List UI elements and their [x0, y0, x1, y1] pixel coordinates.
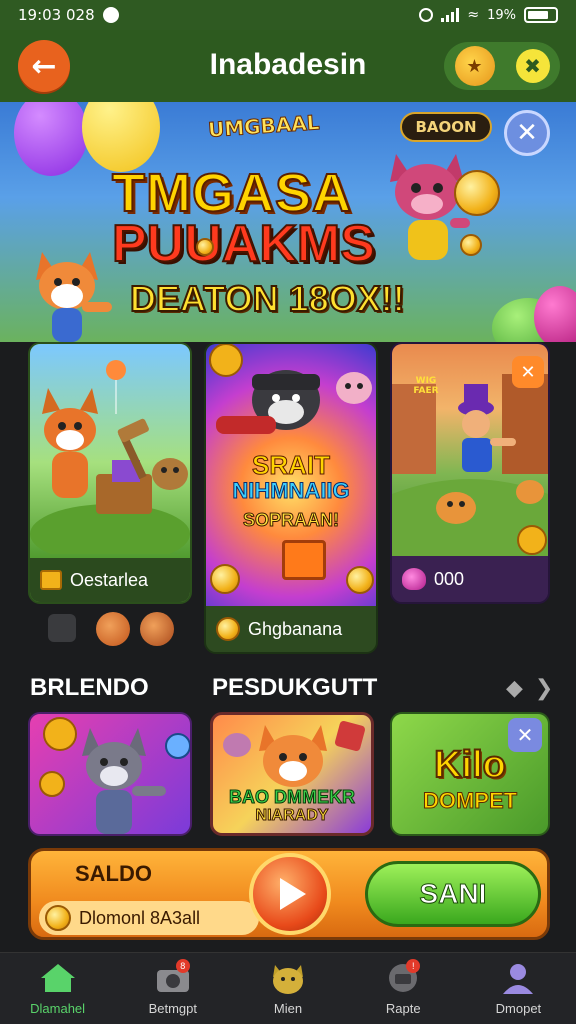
- profile-icon: [499, 961, 537, 995]
- balance-amount: Dlomonl 8A3all: [79, 907, 201, 928]
- friend-avatar[interactable]: [96, 612, 130, 646]
- status-time: 19:03 028: [18, 6, 95, 24]
- card-art-title-1: BAO DMMEKR: [229, 787, 356, 808]
- card-footer: Ghgbanana: [206, 606, 376, 652]
- card-art: WIG FAER ✕: [392, 344, 548, 560]
- coin-image: [454, 170, 500, 216]
- banner-headline-2: PUUAKMS: [111, 214, 376, 274]
- camera-icon: 8: [154, 959, 192, 995]
- promo-banner[interactable]: UMGBAAL TMGASA PUUAKMS DEATON 18OX!! BAO…: [0, 102, 576, 342]
- game-card-tiger[interactable]: BAO DMMEKR NIARADY: [210, 712, 374, 836]
- banner-badge: BAOON: [400, 112, 492, 142]
- fox-mascot-image: [36, 252, 112, 342]
- close-icon: ✕: [516, 118, 538, 148]
- card-label: 000: [434, 568, 465, 589]
- app-root: 19:03 028 ≈ 19% ← Inabadesin ★ ✖ UMGBAAL…: [0, 0, 576, 1024]
- play-button[interactable]: [249, 853, 331, 935]
- battery-icon: [524, 7, 558, 23]
- game-card-kilo[interactable]: ✕ Kilo DOMPET: [390, 712, 550, 836]
- gift-icon: [40, 570, 62, 590]
- card-label: Ghgbanana: [248, 618, 343, 639]
- gift-box-image: [282, 540, 326, 580]
- card-art-sign: WIG FAER: [413, 376, 439, 396]
- card-footer: Oestarlea: [30, 558, 190, 602]
- card-art-title-3: SOPRAAN!: [242, 510, 339, 531]
- home-icon: [39, 961, 77, 995]
- nav-label: Dlamahel: [30, 1001, 86, 1016]
- notification-badge: 8: [175, 959, 190, 973]
- game-card-adventure[interactable]: WIG FAER ✕ 000: [390, 342, 550, 604]
- coin-icon: [45, 905, 71, 931]
- balance-panel: SALDO Dlomonl 8A3all SANI: [28, 848, 550, 940]
- puzzle-icon[interactable]: ✖: [515, 49, 550, 83]
- coin-image: [460, 234, 482, 256]
- heart-icon: [402, 568, 426, 590]
- section-title-left: BRLENDO: [30, 674, 149, 701]
- mascot-icon[interactable]: ★: [454, 46, 495, 86]
- card-footer: 000: [392, 556, 548, 602]
- alarm-icon: [419, 8, 434, 22]
- wifi-icon: ≈: [467, 7, 480, 23]
- game-card-featured[interactable]: SRAIT NIHMNAIIG SOPRAAN! Ghgbanana: [204, 342, 378, 654]
- coin-image: [346, 566, 374, 594]
- status-right: ≈ 19%: [419, 7, 558, 23]
- send-button[interactable]: SANI: [365, 861, 541, 927]
- ninja-cat-image: [209, 344, 372, 434]
- card-art-title-1: SRAIT: [252, 450, 331, 481]
- chevron-right-icon[interactable]: ❯: [535, 676, 553, 701]
- wolf-image: [39, 717, 190, 834]
- card-close-button[interactable]: ✕: [512, 356, 544, 388]
- diamond-left-icon[interactable]: ◆: [506, 676, 523, 701]
- close-icon: ✕: [520, 361, 536, 383]
- card-art-title-2: NIHMNAIIG: [232, 478, 350, 504]
- signal-icon: [441, 8, 460, 22]
- balance-amount-row: Dlomonl 8A3all: [39, 901, 259, 935]
- nav-item-wallet[interactable]: ! Rapte: [346, 953, 461, 1024]
- balloon-purple: [14, 102, 88, 176]
- game-card-fox[interactable]: Oestarlea: [28, 342, 192, 604]
- notification-icon: [102, 7, 119, 23]
- close-banner-button[interactable]: ✕: [504, 110, 550, 156]
- card-art-title-2: DOMPET: [422, 788, 518, 814]
- carousel-nav: ◆ ❯: [506, 676, 553, 701]
- banner-headline-3: DEATON 18OX!!: [129, 277, 406, 320]
- card-art: [30, 344, 190, 560]
- card-label: Oestarlea: [70, 569, 149, 590]
- status-bar: 19:03 028 ≈ 19%: [0, 0, 576, 30]
- nav-item-mascot[interactable]: Mien: [230, 953, 345, 1024]
- nav-item-camera[interactable]: 8 Betmgpt: [115, 953, 230, 1024]
- banner-tag: UMGBAAL: [207, 110, 321, 143]
- play-icon: [280, 878, 306, 910]
- game-card-wolf[interactable]: [28, 712, 192, 836]
- card-art: SRAIT NIHMNAIIG SOPRAAN!: [206, 344, 376, 606]
- mascot-icon: [269, 961, 307, 995]
- nav-item-home[interactable]: Dlamahel: [0, 953, 115, 1024]
- balloon-magenta: [534, 286, 576, 342]
- wallet-icon: !: [384, 959, 422, 995]
- friend-avatar[interactable]: [140, 612, 174, 646]
- coin-image: [196, 238, 214, 256]
- nav-label: Rapte: [385, 1001, 421, 1016]
- nav-label: Betmgpt: [148, 1001, 198, 1016]
- nav-item-profile[interactable]: Dmopet: [461, 953, 576, 1024]
- balance-label: SALDO: [75, 861, 152, 886]
- fox-hammer-image: [30, 360, 190, 554]
- section-title-right: PESDUKGUTT: [212, 674, 378, 701]
- status-left: 19:03 028: [18, 6, 119, 24]
- battery-percent: 19%: [487, 7, 516, 23]
- app-header: ← Inabadesin ★ ✖: [0, 30, 576, 102]
- card-art-title-2: NIARADY: [255, 807, 329, 825]
- header-actions: ★ ✖: [444, 42, 560, 90]
- nav-label: Dmopet: [495, 1001, 542, 1016]
- card-art-title-1: Kilo: [433, 743, 507, 787]
- coin-icon: [216, 617, 240, 641]
- bottom-navigation: Dlamahel 8 Betmgpt Mien ! Rapte Dmopet: [0, 952, 576, 1024]
- coin-image: [210, 564, 240, 594]
- lock-icon: [48, 614, 76, 642]
- nav-label: Mien: [273, 1001, 303, 1016]
